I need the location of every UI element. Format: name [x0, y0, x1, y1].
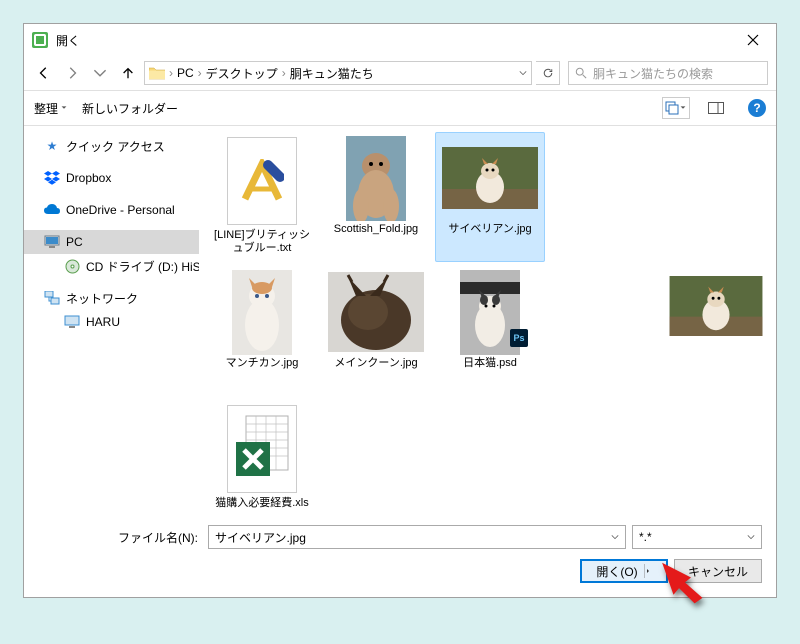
file-item-xls[interactable]: 猫購入必要経費.xls	[207, 400, 317, 515]
footer: ファイル名(N): サイベリアン.jpg *.* 開く(O) キャンセル	[24, 515, 776, 597]
preview-image	[666, 276, 766, 336]
main-area: ★クイック アクセス Dropbox OneDrive - Personal P…	[24, 126, 776, 515]
file-item-siberian[interactable]: サイベリアン.jpg	[435, 132, 545, 262]
filename-label: ファイル名(N):	[38, 529, 198, 546]
open-file-dialog: 開く › PC › デスクトップ › 胴キュン猫たち 胴キュン猫たちの検索 整理…	[23, 23, 777, 598]
navbar: › PC › デスクトップ › 胴キュン猫たち 胴キュン猫たちの検索	[24, 56, 776, 90]
chevron-down-icon	[747, 533, 755, 541]
network-icon	[44, 290, 60, 306]
file-item-psd[interactable]: Ps 日本猫.psd	[435, 266, 545, 396]
app-icon	[32, 32, 48, 48]
search-icon	[575, 67, 587, 79]
sidebar-haru[interactable]: HARU	[24, 310, 199, 334]
sidebar-onedrive[interactable]: OneDrive - Personal	[24, 198, 199, 222]
toolbar: 整理 新しいフォルダー ?	[24, 90, 776, 126]
cloud-icon	[44, 202, 60, 218]
sidebar-dropbox[interactable]: Dropbox	[24, 166, 199, 190]
titlebar: 開く	[24, 24, 776, 56]
txt-thumb	[227, 137, 297, 225]
split-divider-icon	[644, 564, 652, 578]
recent-dropdown[interactable]	[88, 61, 112, 85]
file-item-scottish[interactable]: Scottish_Fold.jpg	[321, 132, 431, 262]
image-thumb	[442, 137, 538, 219]
xls-thumb	[227, 405, 297, 493]
file-label: 猫購入必要経費.xls	[215, 497, 309, 510]
preview-pane	[656, 126, 776, 515]
breadcrumb-desktop[interactable]: デスクトップ	[206, 65, 278, 82]
chevron-down-icon[interactable]	[519, 69, 527, 77]
filetype-filter[interactable]: *.*	[632, 525, 762, 549]
file-item-mainecoon[interactable]: メインクーン.jpg	[321, 266, 431, 396]
photoshop-badge-icon: Ps	[510, 329, 528, 347]
dialog-title: 開く	[56, 32, 80, 49]
image-thumb	[328, 137, 424, 219]
file-label: サイベリアン.jpg	[448, 223, 531, 236]
preview-pane-button[interactable]	[704, 97, 728, 119]
sidebar-quick-access[interactable]: ★クイック アクセス	[24, 134, 199, 158]
search-placeholder: 胴キュン猫たちの検索	[593, 65, 713, 82]
filename-input[interactable]: サイベリアン.jpg	[208, 525, 626, 549]
disc-icon	[64, 258, 80, 274]
breadcrumb-folder[interactable]: 胴キュン猫たち	[290, 65, 374, 82]
open-button[interactable]: 開く(O)	[580, 559, 668, 583]
image-thumb: Ps	[442, 271, 538, 353]
monitor-icon	[64, 314, 80, 330]
file-item-txt[interactable]: [LINE]ブリティッシュブルー.txt	[207, 132, 317, 262]
pc-icon	[44, 234, 60, 250]
file-grid[interactable]: [LINE]ブリティッシュブルー.txt Scottish_Fold.jpg サ…	[199, 126, 656, 515]
sidebar-network[interactable]: ネットワーク	[24, 286, 199, 310]
search-input[interactable]: 胴キュン猫たちの検索	[568, 61, 768, 85]
new-folder-button[interactable]: 新しいフォルダー	[82, 100, 178, 117]
thumbnails-icon	[665, 101, 679, 115]
refresh-button[interactable]	[536, 61, 560, 85]
breadcrumb-pc[interactable]: PC	[177, 66, 194, 80]
sidebar-cd-drive[interactable]: CD ドライブ (D:) HiSuite	[24, 254, 199, 278]
file-label: 日本猫.psd	[463, 357, 517, 370]
up-button[interactable]	[116, 61, 140, 85]
sidebar: ★クイック アクセス Dropbox OneDrive - Personal P…	[24, 126, 199, 515]
image-thumb	[328, 271, 424, 353]
forward-button[interactable]	[60, 61, 84, 85]
sidebar-pc[interactable]: PC	[24, 230, 199, 254]
star-icon: ★	[44, 138, 60, 154]
file-label: [LINE]ブリティッシュブルー.txt	[212, 229, 312, 255]
file-item-munchkin[interactable]: マンチカン.jpg	[207, 266, 317, 396]
help-button[interactable]: ?	[748, 99, 766, 117]
view-mode-dropdown[interactable]	[662, 97, 690, 119]
cancel-button[interactable]: キャンセル	[674, 559, 762, 583]
address-bar[interactable]: › PC › デスクトップ › 胴キュン猫たち	[144, 61, 532, 85]
chevron-down-icon[interactable]	[611, 533, 619, 541]
file-label: Scottish_Fold.jpg	[334, 223, 418, 236]
file-label: マンチカン.jpg	[226, 357, 299, 370]
dropbox-icon	[44, 170, 60, 186]
file-area: [LINE]ブリティッシュブルー.txt Scottish_Fold.jpg サ…	[199, 126, 776, 515]
organize-dropdown[interactable]: 整理	[34, 100, 68, 117]
file-label: メインクーン.jpg	[334, 357, 417, 370]
image-thumb	[214, 271, 310, 353]
folder-icon	[149, 66, 165, 80]
close-icon	[747, 34, 759, 46]
close-button[interactable]	[730, 24, 776, 56]
back-button[interactable]	[32, 61, 56, 85]
